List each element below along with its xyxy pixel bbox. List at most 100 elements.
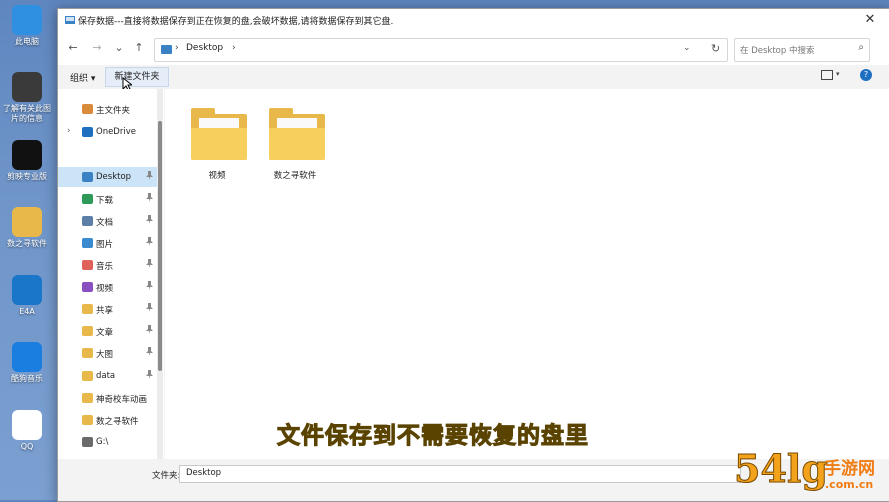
- view-dropdown-icon[interactable]: ▾: [836, 70, 840, 78]
- view-layout-icon[interactable]: [821, 70, 833, 80]
- folder-icon: [82, 371, 93, 381]
- search-icon[interactable]: ⌕: [858, 42, 864, 53]
- sidebar-item-label: OneDrive: [96, 127, 136, 137]
- desktop-shortcut[interactable]: 剪映专业版: [2, 140, 52, 182]
- chevron-right-icon[interactable]: ›: [67, 126, 71, 136]
- desktop-shortcut[interactable]: 了解有关此图片的信息: [2, 72, 52, 124]
- breadcrumb-separator[interactable]: ›: [232, 43, 236, 53]
- sidebar-item[interactable]: G:\: [58, 432, 158, 452]
- pin-icon: [146, 171, 153, 182]
- music-icon: [82, 260, 93, 270]
- info-icon: [12, 72, 42, 102]
- desktop-icon: [82, 172, 93, 182]
- navigation-pane: 主文件夹 › OneDrive Desktop 下载文档图片音乐视频共享文章大图 data…: [58, 89, 164, 459]
- onedrive-icon: [82, 127, 93, 137]
- nav-scrollbar-thumb[interactable]: [158, 121, 162, 371]
- desktop-shortcut-label: 剪映专业版: [7, 172, 47, 181]
- filename-field[interactable]: Desktop: [179, 465, 741, 483]
- folder-icon: [82, 304, 93, 314]
- desktop-shortcut[interactable]: 酷狗音乐: [2, 342, 52, 384]
- desktop-shortcut-label: 酷狗音乐: [11, 374, 43, 383]
- qq-icon: [12, 410, 42, 440]
- sidebar-item-label: 数之寻软件: [96, 417, 139, 427]
- sidebar-item-label: 共享: [96, 306, 114, 316]
- breadcrumb-item-desktop[interactable]: Desktop: [186, 43, 223, 53]
- help-icon[interactable]: ?: [860, 69, 872, 81]
- sidebar-item[interactable]: Desktop: [58, 167, 158, 187]
- sidebar-item[interactable]: 图片: [58, 233, 158, 253]
- new-folder-button[interactable]: 新建文件夹: [105, 67, 169, 87]
- pin-icon: [146, 370, 153, 381]
- watermark-url: .com.cn: [825, 478, 874, 491]
- sidebar-item-label: G:\: [96, 437, 109, 447]
- desktop-shortcut-label: 了解有关此图片的信息: [3, 104, 51, 123]
- site-watermark: 54lg 手游网 .com.cn: [732, 446, 889, 500]
- pin-icon: [146, 215, 153, 226]
- sidebar-item[interactable]: 视频: [58, 277, 158, 297]
- e4a-icon: [12, 275, 42, 305]
- watermark-name: 手游网: [824, 459, 875, 479]
- refresh-icon[interactable]: ↻: [711, 42, 720, 55]
- sidebar-item-label: 下载: [96, 196, 114, 206]
- sidebar-item[interactable]: 下载: [58, 189, 158, 209]
- sidebar-item-label: 视频: [96, 284, 114, 294]
- sidebar-item[interactable]: 大图: [58, 343, 158, 363]
- sidebar-item[interactable]: data: [58, 366, 158, 386]
- capcut-icon: [12, 140, 42, 170]
- sidebar-item[interactable]: 音乐: [58, 255, 158, 275]
- sidebar-item[interactable]: 数之寻软件: [58, 410, 158, 430]
- folder-icon: [82, 415, 93, 425]
- pin-icon: [146, 259, 153, 270]
- pin-icon: [146, 303, 153, 314]
- videos-icon: [82, 282, 93, 292]
- file-item-label: 数之寻软件: [273, 171, 317, 181]
- home-icon: [82, 104, 93, 114]
- recent-locations-icon[interactable]: ⌄: [112, 41, 126, 55]
- kugou-icon: [12, 342, 42, 372]
- search-input[interactable]: 在 Desktop 中搜索 ⌕: [734, 38, 870, 62]
- computer-icon: [12, 5, 42, 35]
- file-item-label: 视频: [208, 171, 226, 181]
- documents-icon: [82, 216, 93, 226]
- sidebar-item-label: 大图: [96, 350, 114, 360]
- filename-label: 文件夹:: [152, 471, 181, 481]
- download-icon: [82, 194, 93, 204]
- sidebar-item[interactable]: 共享: [58, 299, 158, 319]
- breadcrumb[interactable]: › Desktop › ⌄ ↻: [154, 38, 728, 62]
- command-bar: 组织 ▾ 新建文件夹 ▾ ?: [58, 65, 889, 91]
- desktop-shortcut[interactable]: QQ: [2, 410, 52, 452]
- sidebar-item-label: data: [96, 371, 116, 381]
- address-bar: ← → ⌄ ↑ › Desktop › ⌄ ↻ 在 Desktop 中搜索 ⌕: [58, 31, 889, 65]
- title-bar[interactable]: 保存数据---直接将数据保存到正在恢复的盘,会破坏数据,请将数据保存到其它盘. …: [58, 9, 889, 31]
- forward-arrow-icon[interactable]: →: [90, 41, 104, 55]
- close-button[interactable]: ✕: [862, 12, 878, 28]
- window-app-icon: [64, 14, 76, 26]
- desktop-shortcut[interactable]: 数之寻软件: [2, 207, 52, 249]
- file-item[interactable]: 数之寻软件: [255, 103, 335, 183]
- sidebar-item[interactable]: 文章: [58, 321, 158, 341]
- sidebar-item[interactable]: 主文件夹: [58, 99, 158, 119]
- sidebar-item[interactable]: › OneDrive: [58, 122, 158, 142]
- folder-icon: [82, 348, 93, 358]
- back-arrow-icon[interactable]: ←: [66, 41, 80, 55]
- desktop-shortcut-label: 数之寻软件: [7, 239, 47, 248]
- filename-value: Desktop: [186, 468, 222, 478]
- drive-icon: [82, 437, 93, 447]
- breadcrumb-separator: ›: [175, 43, 179, 53]
- pin-icon: [146, 325, 153, 336]
- sidebar-item-label: 主文件夹: [96, 106, 131, 116]
- file-list: 视频 数之寻软件: [165, 89, 889, 459]
- desktop-shortcut[interactable]: 此电脑: [2, 5, 52, 47]
- window-title: 保存数据---直接将数据保存到正在恢复的盘,会破坏数据,请将数据保存到其它盘.: [78, 17, 394, 27]
- chevron-down-icon[interactable]: ⌄: [683, 43, 691, 53]
- desktop-shortcut-label: E4A: [19, 307, 35, 316]
- folder-icon: [82, 393, 93, 403]
- organize-button[interactable]: 组织 ▾: [70, 71, 95, 84]
- file-item[interactable]: 视频: [177, 103, 257, 183]
- sidebar-item[interactable]: 神奇校车动画: [58, 388, 158, 408]
- up-arrow-icon[interactable]: ↑: [132, 41, 146, 55]
- sidebar-item-label: 图片: [96, 240, 114, 250]
- desktop-shortcut[interactable]: E4A: [2, 275, 52, 317]
- sidebar-item-label: Desktop: [96, 172, 132, 182]
- sidebar-item[interactable]: 文档: [58, 211, 158, 231]
